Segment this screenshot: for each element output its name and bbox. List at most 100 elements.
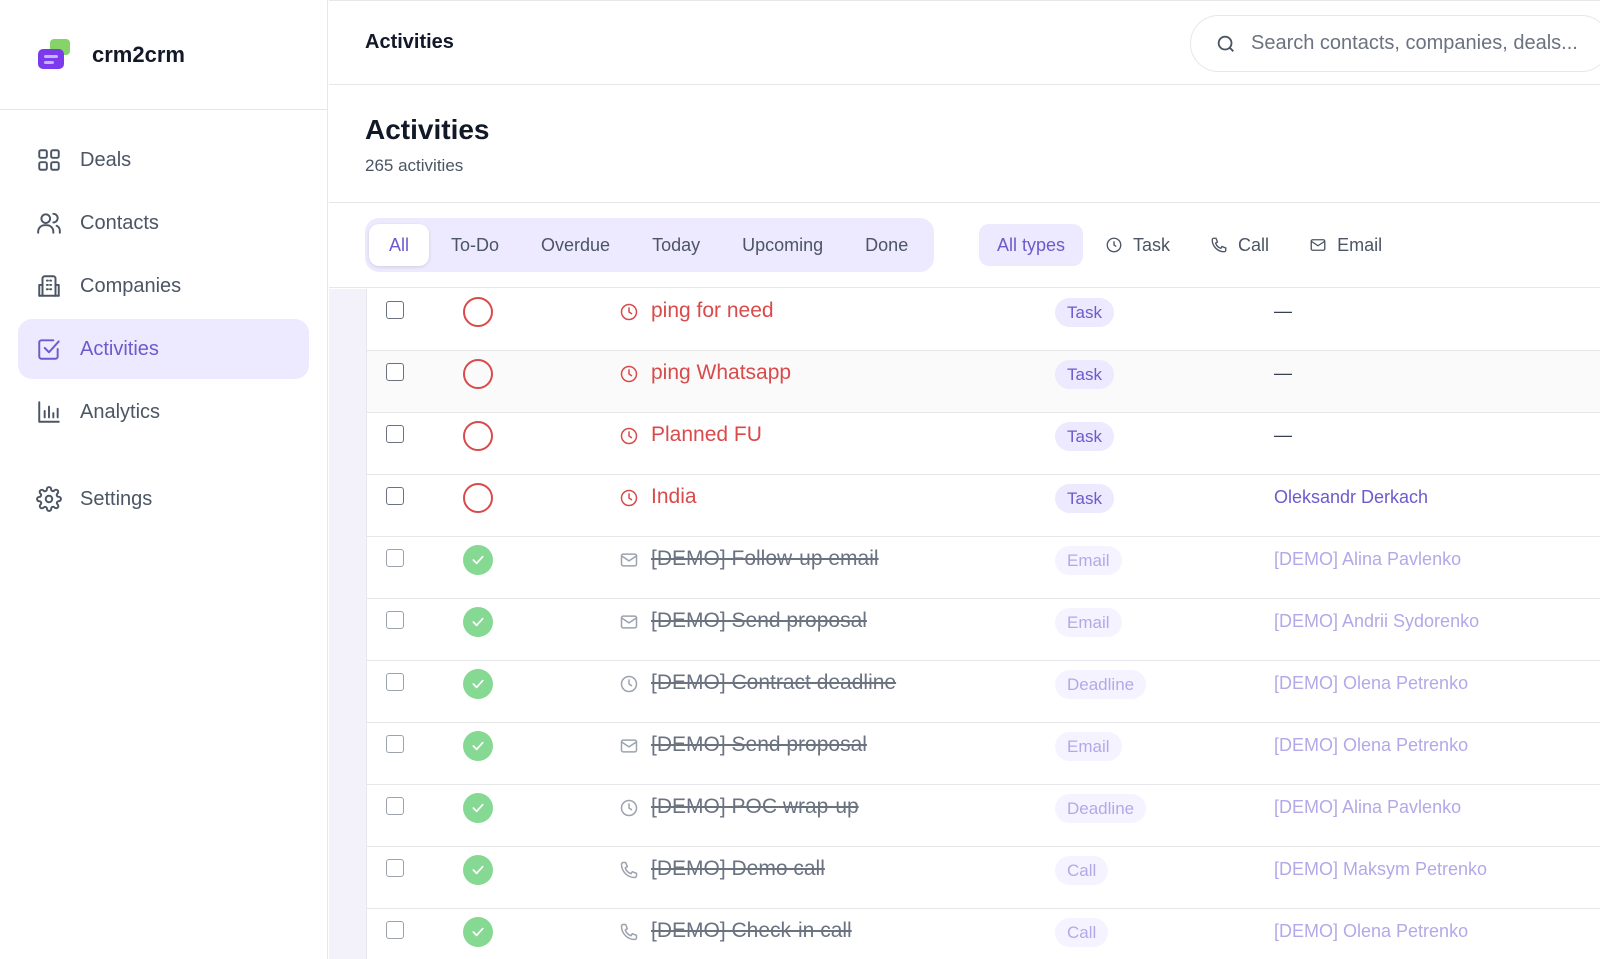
tab-today[interactable]: Today xyxy=(632,224,720,266)
phone-icon xyxy=(619,922,639,942)
activity-subject[interactable]: [DEMO] POC wrap-up xyxy=(651,795,859,819)
activity-type-badge: Task xyxy=(1055,360,1114,389)
completed-status-icon[interactable] xyxy=(463,607,493,637)
tab-done[interactable]: Done xyxy=(845,224,928,266)
activity-subject[interactable]: [DEMO] Check-in call xyxy=(651,919,852,943)
sidebar-item-settings[interactable]: Settings xyxy=(18,469,309,529)
table-row[interactable]: ping Whatsapp Task — xyxy=(367,351,1600,413)
row-checkbox[interactable] xyxy=(386,301,404,319)
mail-icon xyxy=(619,736,639,756)
filter-bar: All To-Do Overdue Today Upcoming Done Al… xyxy=(329,204,1600,288)
type-all-button[interactable]: All types xyxy=(979,224,1084,266)
contact-link[interactable]: [DEMO] Alina Pavlenko xyxy=(1274,549,1461,570)
sidebar-item-deals[interactable]: Deals xyxy=(18,130,309,190)
activity-type-badge: Task xyxy=(1055,484,1114,513)
row-checkbox[interactable] xyxy=(386,797,404,815)
building-icon xyxy=(38,275,60,297)
check-icon xyxy=(472,927,484,937)
contact-link[interactable]: [DEMO] Andrii Sydorenko xyxy=(1274,611,1479,632)
table-row[interactable]: [DEMO] Check-in call Call [DEMO] Olena Pet… xyxy=(367,909,1600,959)
mark-complete-button[interactable] xyxy=(463,421,493,451)
sidebar-item-companies[interactable]: Companies xyxy=(18,256,309,316)
bar-chart-icon xyxy=(38,401,60,423)
row-checkbox[interactable] xyxy=(386,425,404,443)
activity-type-badge: Deadline xyxy=(1055,670,1147,699)
completed-status-icon[interactable] xyxy=(463,793,493,823)
type-label: Task xyxy=(1133,234,1171,255)
completed-status-icon[interactable] xyxy=(463,855,493,885)
tab-to-do[interactable]: To-Do xyxy=(431,224,519,266)
type-filter: All types Task Call Email xyxy=(979,224,1404,266)
completed-status-icon[interactable] xyxy=(463,669,493,699)
table-row[interactable]: Planned FU Task — xyxy=(367,413,1600,475)
tab-overdue[interactable]: Overdue xyxy=(521,224,630,266)
check-icon xyxy=(472,741,484,751)
sidebar-item-contacts[interactable]: Contacts xyxy=(18,193,309,253)
phone-icon xyxy=(619,860,639,880)
sidebar-item-analytics[interactable]: Analytics xyxy=(18,382,309,442)
row-checkbox[interactable] xyxy=(386,549,404,567)
contact-link[interactable]: [DEMO] Maksym Petrenko xyxy=(1274,859,1487,880)
activity-subject[interactable]: [DEMO] Demo call xyxy=(651,857,825,881)
check-square-icon xyxy=(38,339,60,360)
brand-name: crm2crm xyxy=(92,41,185,67)
clock-icon xyxy=(619,674,639,694)
contact-link[interactable]: [DEMO] Olena Petrenko xyxy=(1274,921,1468,942)
clock-icon xyxy=(619,488,639,508)
completed-status-icon[interactable] xyxy=(463,731,493,761)
sidebar-item-activities[interactable]: Activities xyxy=(18,319,309,379)
completed-status-icon[interactable] xyxy=(463,545,493,575)
gear-icon xyxy=(36,486,62,512)
activity-subject[interactable]: ping Whatsapp xyxy=(651,361,791,385)
mark-complete-button[interactable] xyxy=(463,483,493,513)
activity-subject[interactable]: [DEMO] Send proposal xyxy=(651,609,867,633)
table-row[interactable]: [DEMO] Send proposal Email [DEMO] Olena Pe… xyxy=(367,723,1600,785)
page-title: Activities xyxy=(365,114,490,145)
tab-upcoming[interactable]: Upcoming xyxy=(722,224,843,266)
phone-icon xyxy=(1211,237,1227,253)
table-row[interactable]: ping for need Task — xyxy=(367,289,1600,351)
brand[interactable]: crm2crm xyxy=(0,0,327,110)
contact-link[interactable]: Oleksandr Derkach xyxy=(1274,487,1428,508)
contact-empty: — xyxy=(1274,363,1292,383)
activity-subject[interactable]: ping for need xyxy=(651,299,774,323)
activities-table-area: ping for need Task — ping Whatsapp Task — Plan… xyxy=(329,289,1600,959)
mark-complete-button[interactable] xyxy=(463,359,493,389)
activity-subject[interactable]: Planned FU xyxy=(651,423,762,447)
table-row[interactable]: [DEMO] POC wrap-up Deadline [DEMO] Alina P… xyxy=(367,785,1600,847)
type-task-button[interactable]: Task xyxy=(1087,224,1188,266)
table-row[interactable]: [DEMO] Send proposal Email [DEMO] Andrii S… xyxy=(367,599,1600,661)
row-checkbox[interactable] xyxy=(386,673,404,691)
contact-link[interactable]: [DEMO] Alina Pavlenko xyxy=(1274,797,1461,818)
search-icon xyxy=(1217,35,1234,52)
row-checkbox[interactable] xyxy=(386,611,404,629)
logo-icon xyxy=(36,37,72,73)
table-row[interactable]: [DEMO] Follow-up email Email [DEMO] Alina … xyxy=(367,537,1600,599)
table-row[interactable]: India Task Oleksandr Derkach xyxy=(367,475,1600,537)
search-box[interactable] xyxy=(1190,15,1600,72)
clock-icon xyxy=(619,426,639,446)
row-checkbox[interactable] xyxy=(386,859,404,877)
tab-all[interactable]: All xyxy=(369,224,430,266)
activity-subject[interactable]: India xyxy=(651,485,697,509)
contact-link[interactable]: [DEMO] Olena Petrenko xyxy=(1274,673,1468,694)
activity-type-badge: Call xyxy=(1055,918,1109,947)
activity-subject[interactable]: [DEMO] Send proposal xyxy=(651,733,867,757)
row-checkbox[interactable] xyxy=(386,487,404,505)
contact-link[interactable]: [DEMO] Olena Petrenko xyxy=(1274,735,1468,756)
row-checkbox[interactable] xyxy=(386,735,404,753)
row-checkbox[interactable] xyxy=(386,921,404,939)
activity-type-badge: Deadline xyxy=(1055,794,1147,823)
row-checkbox[interactable] xyxy=(386,363,404,381)
type-call-button[interactable]: Call xyxy=(1192,224,1287,266)
type-email-button[interactable]: Email xyxy=(1291,224,1400,266)
mark-complete-button[interactable] xyxy=(463,297,493,327)
search-input[interactable] xyxy=(1251,32,1591,55)
activity-subject[interactable]: [DEMO] Contract deadline xyxy=(651,671,896,695)
completed-status-icon[interactable] xyxy=(463,917,493,947)
table-row[interactable]: [DEMO] Demo call Call [DEMO] Maksym Petren… xyxy=(367,847,1600,909)
check-icon xyxy=(472,679,484,689)
page-header: Activities 265 activities xyxy=(329,86,1600,203)
activity-subject[interactable]: [DEMO] Follow-up email xyxy=(651,547,879,571)
table-row[interactable]: [DEMO] Contract deadline Deadline [DEMO] O… xyxy=(367,661,1600,723)
